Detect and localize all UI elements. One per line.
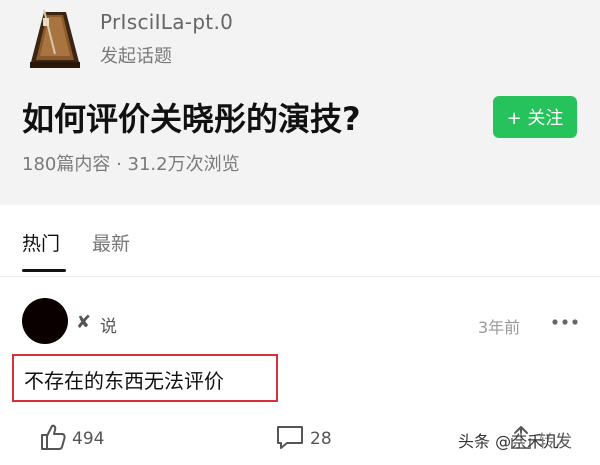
post-author-name[interactable]: ✘ — [76, 312, 91, 333]
like-button[interactable]: 494 — [38, 422, 104, 456]
divider — [0, 276, 600, 277]
comment-button[interactable]: 28 — [274, 422, 332, 456]
topic-author-action: 发起话题 — [100, 46, 172, 67]
avatar[interactable] — [22, 298, 68, 344]
watermark: 头条 @奈禾几 — [458, 432, 560, 451]
topic-title: 如何评价关晓彤的演技? — [22, 100, 361, 138]
more-dots-icon[interactable] — [550, 312, 580, 332]
topic-header: PrIsciILa-pt.0 发起话题 如何评价关晓彤的演技? + 关注 180… — [0, 0, 600, 205]
topic-stats: 180篇内容 · 31.2万次浏览 — [22, 154, 240, 175]
post-text: 不存在的东西无法评价 — [24, 369, 224, 393]
like-count: 494 — [72, 429, 105, 449]
post-time: 3年前 — [478, 318, 521, 337]
highlighted-post-text: 不存在的东西无法评价 — [12, 354, 278, 402]
topic-author-name[interactable]: PrIsciILa-pt.0 — [100, 10, 233, 34]
tab-latest[interactable]: 最新 — [92, 229, 130, 256]
tab-bar: 热门 最新 — [0, 205, 600, 275]
follow-button[interactable]: + 关注 — [493, 96, 577, 138]
metronome-icon[interactable] — [22, 4, 88, 70]
thumbs-up-icon — [38, 422, 68, 456]
comment-bubble-icon — [274, 422, 306, 456]
comment-count: 28 — [310, 429, 332, 449]
tab-hot[interactable]: 热门 — [22, 229, 60, 256]
post-author-verb: 说 — [100, 317, 117, 337]
active-tab-indicator — [22, 269, 66, 272]
